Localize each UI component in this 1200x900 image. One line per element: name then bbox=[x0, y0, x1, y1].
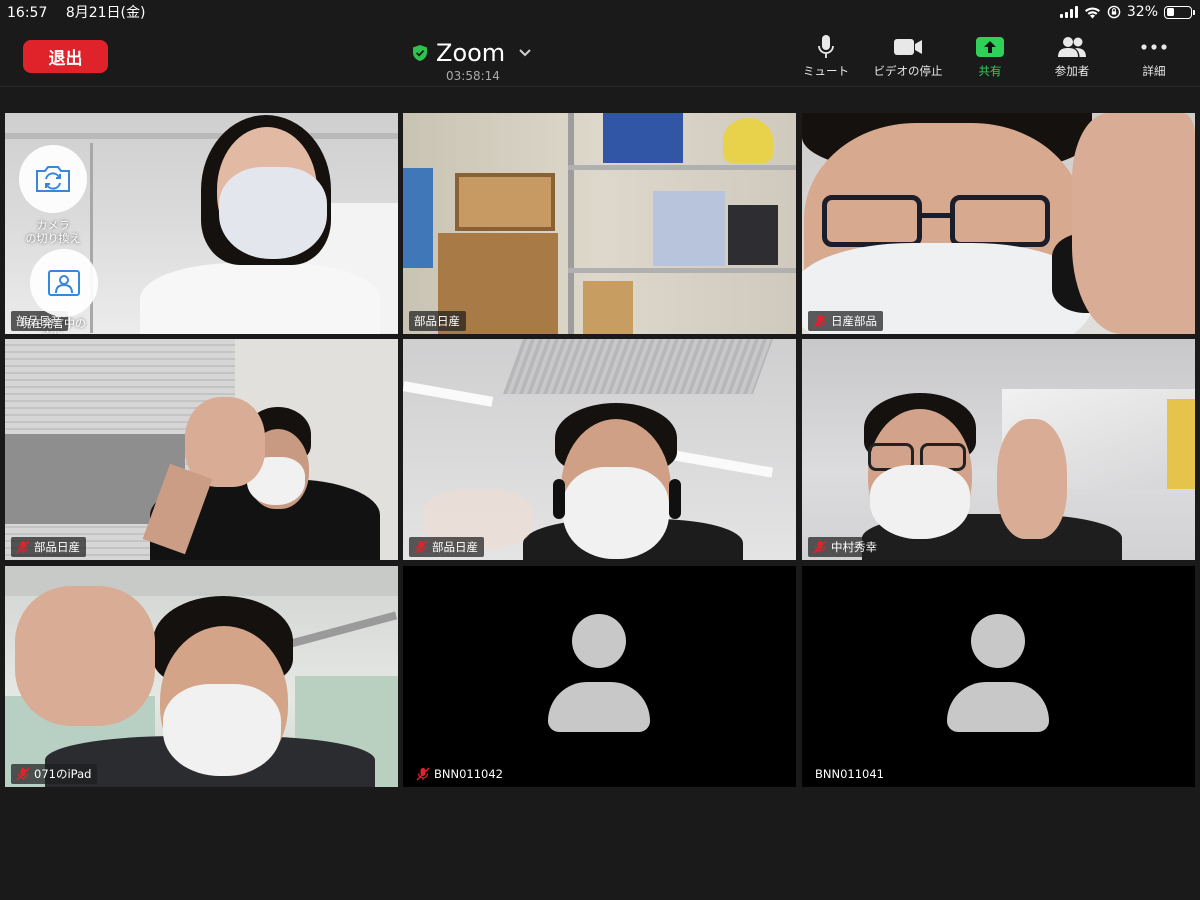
video-tile-participant[interactable]: 日産部品 bbox=[802, 113, 1195, 334]
switch-camera-button[interactable] bbox=[19, 145, 87, 213]
video-feed bbox=[802, 339, 1195, 560]
video-tile-participant[interactable]: 中村秀幸 bbox=[802, 339, 1195, 560]
participant-name-tag: 日産部品 bbox=[808, 311, 883, 331]
default-avatar-icon bbox=[971, 614, 1025, 668]
video-tile-self[interactable]: 部品日産 カメラ の切り換え 現在発言中の 方に 切り替える bbox=[5, 113, 398, 334]
participant-name-tag: 部品日産 bbox=[409, 311, 466, 331]
switch-camera-label: カメラ の切り換え bbox=[25, 219, 81, 245]
participant-name-tag: BNN011041 bbox=[810, 764, 890, 784]
participant-name: 部品日産 bbox=[414, 314, 460, 328]
video-feed bbox=[5, 339, 398, 560]
video-tile-participant[interactable]: 部品日産 bbox=[5, 339, 398, 560]
participant-name-tag: 部品日産 bbox=[409, 537, 484, 557]
video-tile-participant[interactable]: 部品日産 bbox=[403, 339, 796, 560]
default-avatar-body bbox=[548, 682, 650, 732]
video-feed bbox=[802, 113, 1195, 334]
switch-to-speaker-label: 現在発言中の 方に 切り替える bbox=[20, 317, 86, 334]
participant-name: BNN011042 bbox=[434, 767, 503, 781]
participant-name: 071のiPad bbox=[34, 767, 92, 781]
participant-name-tag: 071のiPad bbox=[11, 764, 98, 784]
muted-microphone-icon bbox=[813, 540, 827, 554]
participant-name: 日産部品 bbox=[831, 314, 877, 328]
video-feed bbox=[5, 566, 398, 787]
video-tile-participant-no-video[interactable]: BNN011042 bbox=[403, 566, 796, 787]
switch-camera-icon bbox=[36, 166, 70, 192]
participant-name-tag: 中村秀幸 bbox=[808, 537, 883, 557]
participant-name-tag: BNN011042 bbox=[411, 764, 509, 784]
video-feed bbox=[403, 113, 796, 334]
participant-name: 部品日産 bbox=[34, 540, 80, 554]
participant-name-tag: 部品日産 bbox=[11, 537, 86, 557]
speaker-view-icon bbox=[48, 270, 80, 296]
muted-microphone-icon bbox=[416, 767, 430, 781]
muted-microphone-icon bbox=[414, 540, 428, 554]
participant-name: 中村秀幸 bbox=[831, 540, 877, 554]
participant-name: 部品日産 bbox=[432, 540, 478, 554]
video-gallery-grid: 部品日産 カメラ の切り換え 現在発言中の 方に 切り替える bbox=[0, 0, 1200, 900]
video-tile-participant[interactable]: 部品日産 bbox=[403, 113, 796, 334]
default-avatar-body bbox=[947, 682, 1049, 732]
muted-microphone-icon bbox=[16, 540, 30, 554]
switch-to-speaker-button[interactable] bbox=[30, 249, 98, 317]
video-tile-participant[interactable]: 071のiPad bbox=[5, 566, 398, 787]
muted-microphone-icon bbox=[16, 767, 30, 781]
muted-microphone-icon bbox=[813, 314, 827, 328]
video-feed bbox=[403, 339, 796, 560]
default-avatar-icon bbox=[572, 614, 626, 668]
video-tile-participant-no-video[interactable]: BNN011041 bbox=[802, 566, 1195, 787]
participant-name: BNN011041 bbox=[815, 767, 884, 781]
